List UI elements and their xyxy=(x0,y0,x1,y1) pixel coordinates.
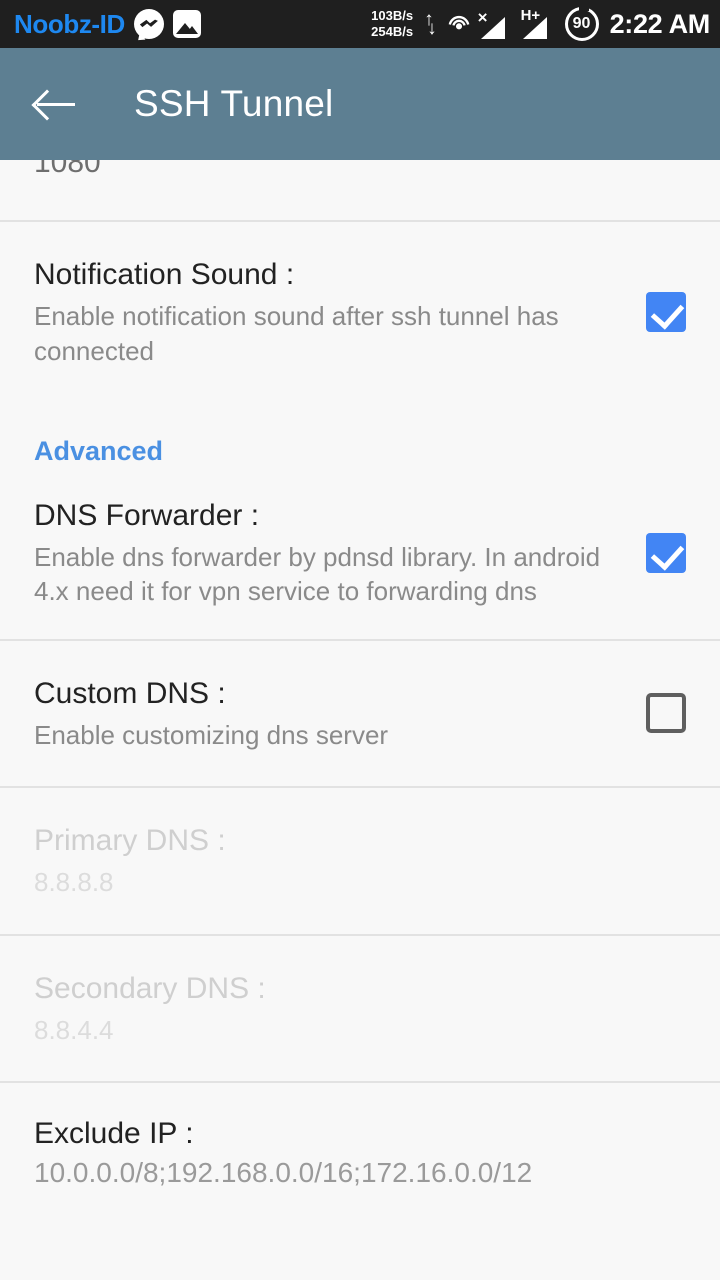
list-item-exclude-ip[interactable]: Exclude IP : 10.0.0.0/8;192.168.0.0/16;1… xyxy=(0,1083,720,1223)
list-item-primary-dns: Primary DNS : 8.8.8.8 xyxy=(0,788,720,934)
carrier-brand-label: Noobz-ID xyxy=(14,8,125,39)
signal-no-service-icon: × xyxy=(477,8,515,39)
primary-dns-text: Primary DNS : 8.8.8.8 xyxy=(34,822,686,900)
notification-sound-text: Notification Sound : Enable notification… xyxy=(34,256,646,368)
secondary-dns-title: Secondary DNS : xyxy=(34,971,266,1005)
dns-forwarder-text: DNS Forwarder : Enable dns forwarder by … xyxy=(34,497,646,609)
status-bar-right: 103B/s 254B/s ↑ ↓ × H+ 90 2:22 AM xyxy=(371,7,710,41)
page-title: SSH Tunnel xyxy=(134,83,334,124)
battery-level-label: 90 xyxy=(572,15,591,32)
list-item-secondary-dns: Secondary DNS : 8.8.4.4 xyxy=(0,936,720,1082)
network-type-label: H+ xyxy=(520,7,541,24)
notification-sound-title: Notification Sound : xyxy=(34,258,295,291)
list-item-custom-dns[interactable]: Custom DNS : Enable customizing dns serv… xyxy=(0,641,720,787)
battery-icon: 90 xyxy=(564,7,599,41)
exclude-ip-text: Exclude IP : 10.0.0.0/8;192.168.0.0/16;1… xyxy=(34,1117,686,1189)
notification-sound-checkbox[interactable] xyxy=(646,291,686,332)
exclude-ip-value: 10.0.0.0/8;192.168.0.0/16;172.16.0.0/12 xyxy=(34,1157,533,1189)
app-bar: SSH Tunnel xyxy=(0,48,720,160)
custom-dns-checkbox[interactable] xyxy=(646,693,686,734)
list-item-dns-forwarder[interactable]: DNS Forwarder : Enable dns forwarder by … xyxy=(0,467,720,639)
custom-dns-subtitle: Enable customizing dns server xyxy=(34,719,389,750)
dns-forwarder-title: DNS Forwarder : xyxy=(34,498,260,532)
signal-mobile-data-icon: H+ xyxy=(520,7,557,39)
list-item-port-partial[interactable]: 1080 xyxy=(0,160,720,220)
phone-screen: Noobz-ID 103B/s 254B/s ↑ ↓ × H+ 90 2:22 … xyxy=(0,0,720,1280)
back-arrow-icon[interactable] xyxy=(34,81,80,127)
port-value: 1080 xyxy=(34,160,101,179)
dns-forwarder-subtitle: Enable dns forwarder by pdnsd library. I… xyxy=(34,542,601,607)
status-bar-left: Noobz-ID xyxy=(14,8,201,42)
clock-label: 2:22 AM xyxy=(609,8,711,39)
signal-x-mark: × xyxy=(477,8,488,27)
upload-download-arrows-icon: ↑ ↓ xyxy=(421,10,437,39)
list-item-notification-sound[interactable]: Notification Sound : Enable notification… xyxy=(0,222,720,402)
section-header-advanced: Advanced xyxy=(34,435,164,466)
photo-icon xyxy=(172,10,201,38)
exclude-ip-title: Exclude IP : xyxy=(34,1117,194,1151)
primary-dns-value: 8.8.8.8 xyxy=(34,867,114,898)
secondary-dns-value: 8.8.4.4 xyxy=(34,1014,114,1045)
network-speed-up: 103B/s xyxy=(371,8,414,23)
arrow-down-icon: ↓ xyxy=(427,17,437,39)
secondary-dns-text: Secondary DNS : 8.8.4.4 xyxy=(34,970,686,1048)
messenger-icon xyxy=(133,9,164,42)
dns-forwarder-checkbox[interactable] xyxy=(646,532,686,573)
network-speed-indicator: 103B/s 254B/s xyxy=(371,8,413,40)
settings-list: 1080 Notification Sound : Enable notific… xyxy=(0,160,720,1224)
notification-sound-subtitle: Enable notification sound after ssh tunn… xyxy=(34,301,559,366)
messenger-icon-tail xyxy=(138,31,147,42)
hotspot-icon xyxy=(445,10,473,38)
status-bar: Noobz-ID 103B/s 254B/s ↑ ↓ × H+ 90 2:22 … xyxy=(0,0,720,48)
custom-dns-title: Custom DNS : xyxy=(34,676,226,710)
network-speed-down: 254B/s xyxy=(371,24,414,39)
custom-dns-text: Custom DNS : Enable customizing dns serv… xyxy=(34,675,646,753)
primary-dns-title: Primary DNS : xyxy=(34,824,226,858)
